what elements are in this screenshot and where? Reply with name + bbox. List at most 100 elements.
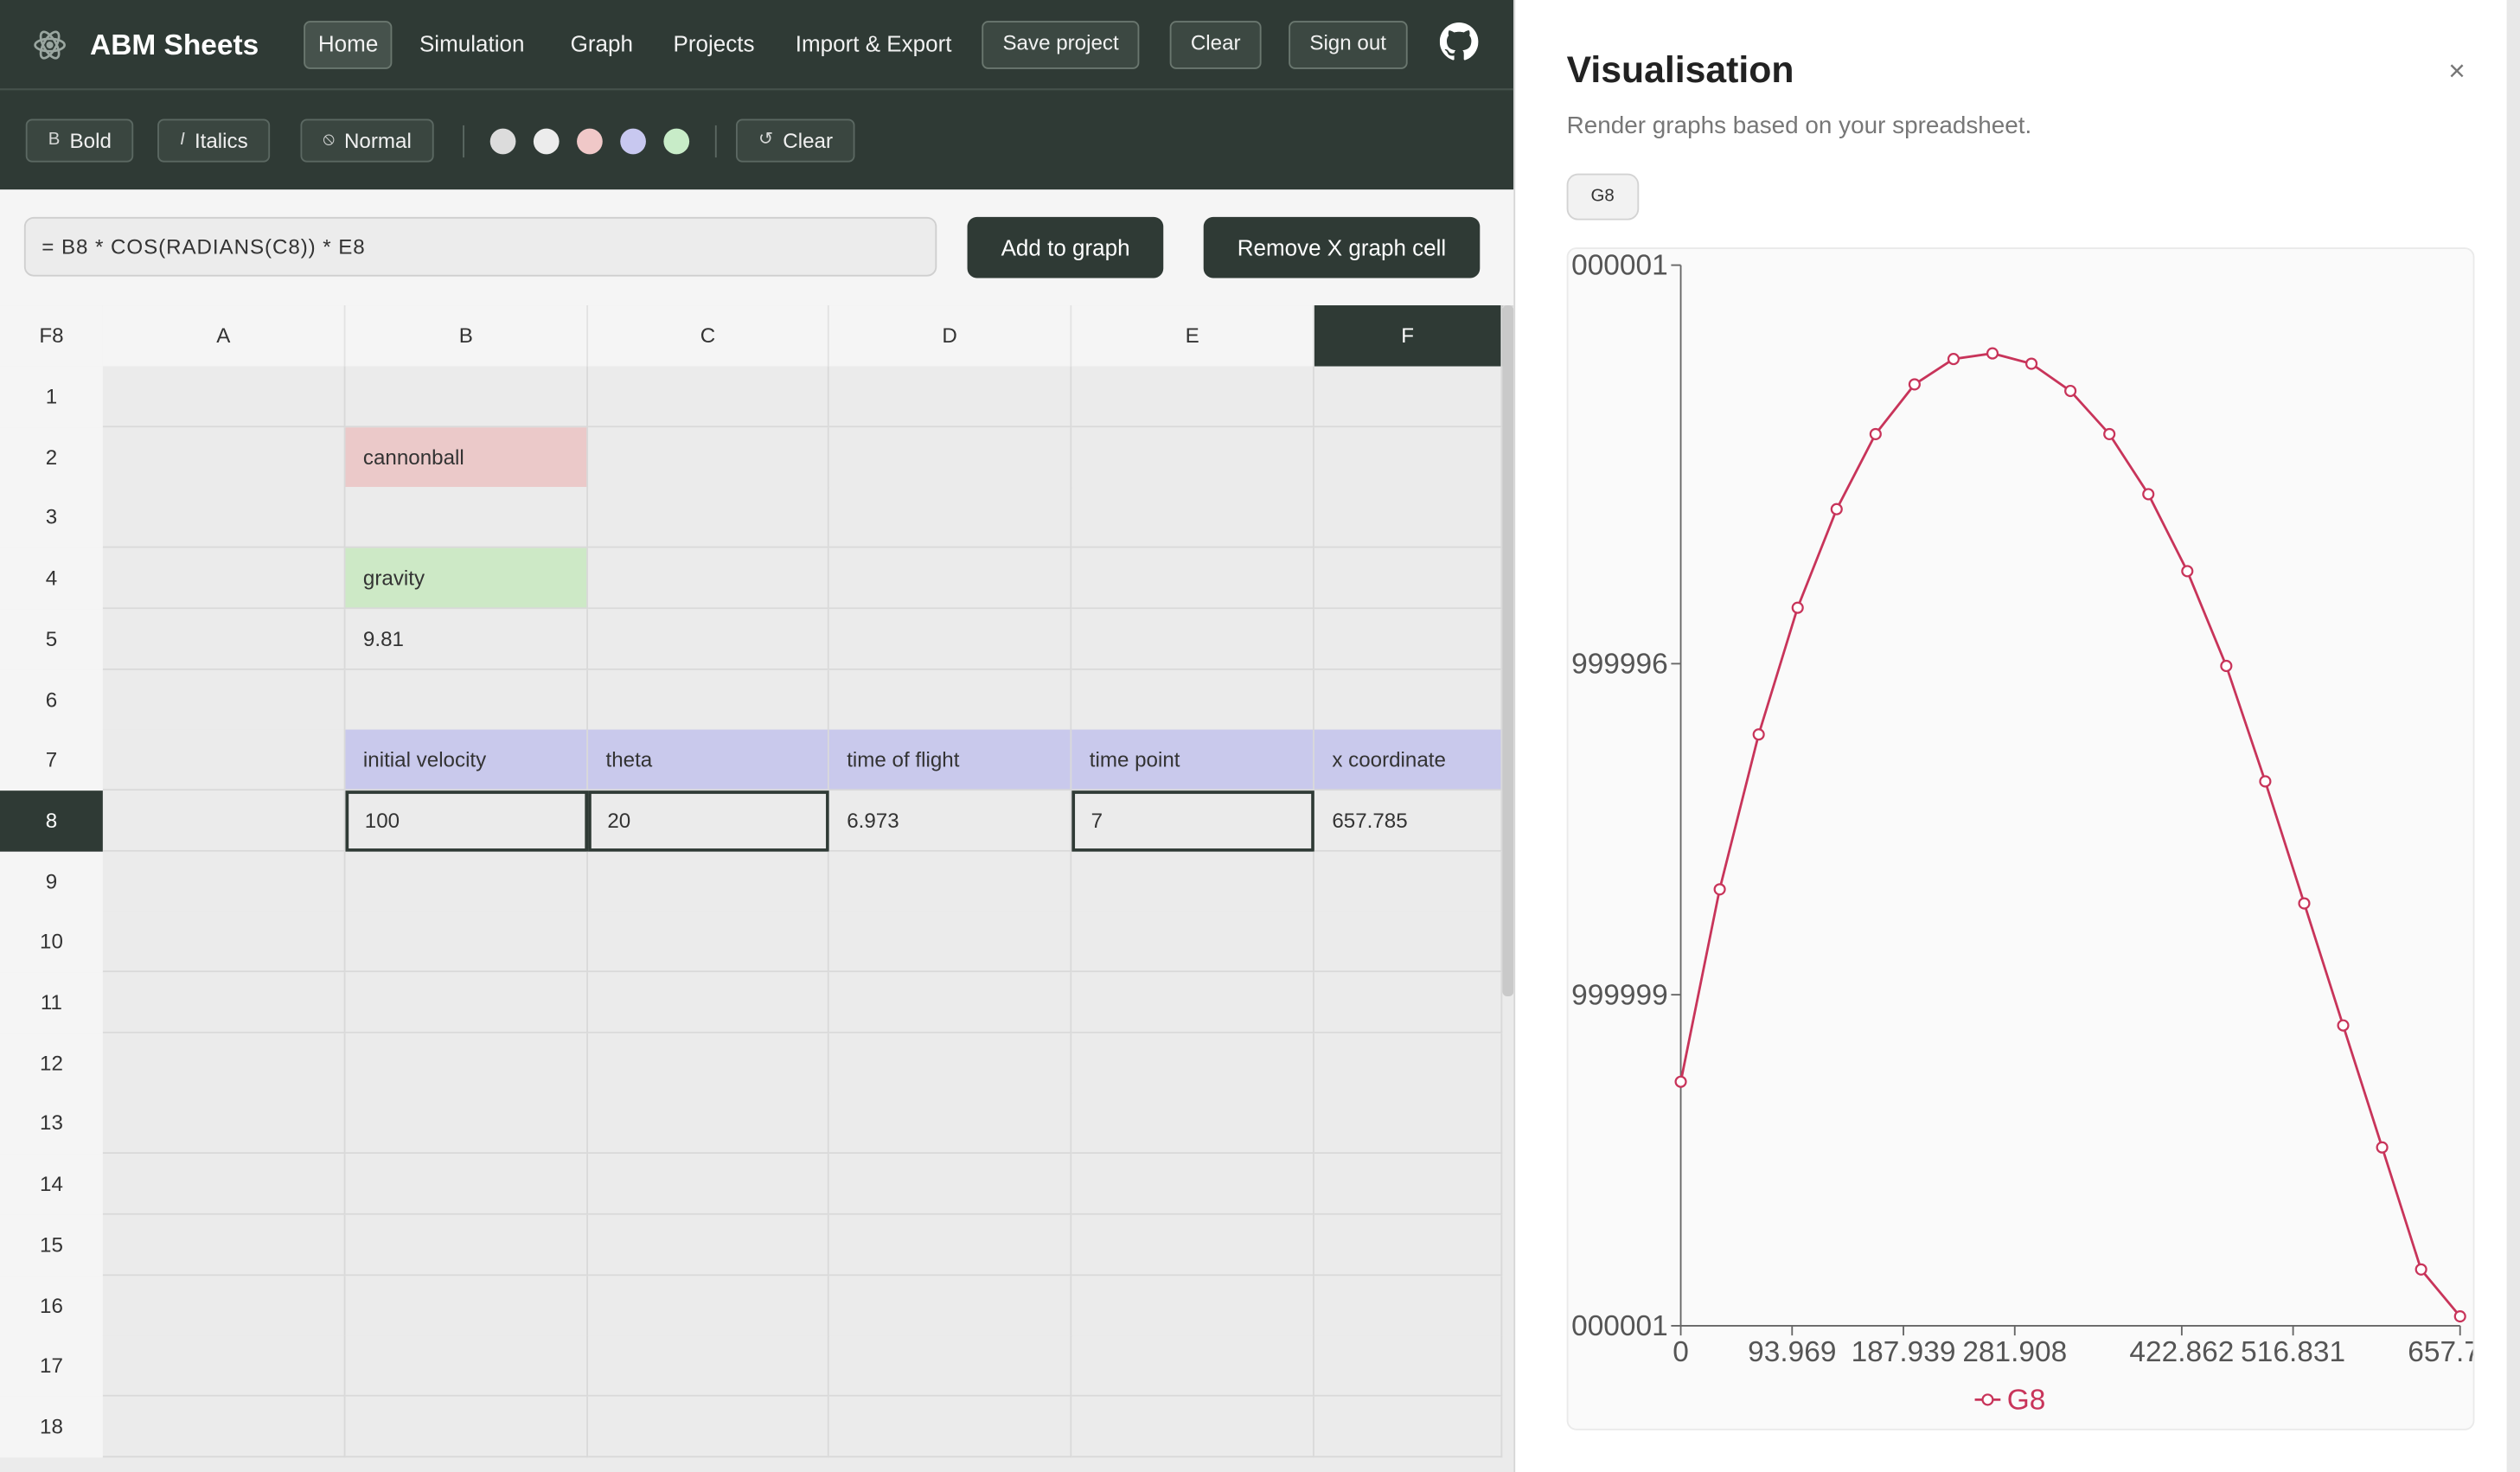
cell-d4[interactable] xyxy=(828,547,1072,610)
cell-f18[interactable] xyxy=(1314,1396,1503,1458)
cell-b14[interactable] xyxy=(345,1154,589,1215)
cell-d5[interactable] xyxy=(828,608,1072,670)
cell-c17[interactable] xyxy=(588,1335,829,1398)
row-header-5[interactable]: 5 xyxy=(0,608,103,670)
cell-d12[interactable] xyxy=(828,1033,1072,1094)
cell-e2[interactable] xyxy=(1071,426,1314,489)
cell-c8[interactable]: 20 xyxy=(588,790,829,852)
cell-b6[interactable] xyxy=(345,669,589,731)
row-header-2[interactable]: 2 xyxy=(0,426,103,489)
column-header-c[interactable]: C xyxy=(588,305,829,367)
row-header-17[interactable]: 17 xyxy=(0,1335,103,1398)
cell-d8[interactable]: 6.973 xyxy=(828,790,1072,852)
cell-b13[interactable] xyxy=(345,1093,589,1155)
cell-b18[interactable] xyxy=(345,1396,589,1458)
cell-c13[interactable] xyxy=(588,1093,829,1155)
cell-e5[interactable] xyxy=(1071,608,1314,670)
column-header-e[interactable]: E xyxy=(1071,305,1314,367)
row-header-13[interactable]: 13 xyxy=(0,1093,103,1155)
cell-b12[interactable] xyxy=(345,1033,589,1094)
cell-c4[interactable] xyxy=(588,547,829,610)
close-icon[interactable]: × xyxy=(2444,56,2470,85)
graph-cell-chip[interactable]: G8 xyxy=(1566,173,1639,221)
row-header-6[interactable]: 6 xyxy=(0,669,103,731)
cell-e18[interactable] xyxy=(1071,1396,1314,1458)
vertical-scrollbar[interactable] xyxy=(1502,305,1514,997)
cell-b17[interactable] xyxy=(345,1335,589,1398)
cell-a12[interactable] xyxy=(102,1033,346,1094)
cell-d1[interactable] xyxy=(828,366,1072,428)
cell-e4[interactable] xyxy=(1071,547,1314,610)
cell-d3[interactable] xyxy=(828,487,1072,549)
row-header-18[interactable]: 18 xyxy=(0,1396,103,1458)
cell-e11[interactable] xyxy=(1071,972,1314,1034)
row-header-8[interactable]: 8 xyxy=(0,790,103,852)
row-header-9[interactable]: 9 xyxy=(0,851,103,912)
cell-a6[interactable] xyxy=(102,669,346,731)
cell-c14[interactable] xyxy=(588,1154,829,1215)
italics-button[interactable]: I Italics xyxy=(157,118,271,163)
cell-a11[interactable] xyxy=(102,972,346,1034)
cell-d14[interactable] xyxy=(828,1154,1072,1215)
cell-a16[interactable] xyxy=(102,1275,346,1336)
cell-e17[interactable] xyxy=(1071,1335,1314,1398)
column-header-f[interactable]: F xyxy=(1314,305,1503,367)
nav-projects[interactable]: Projects xyxy=(661,21,768,66)
cell-f5[interactable] xyxy=(1314,608,1503,670)
cell-c9[interactable] xyxy=(588,851,829,912)
cell-f12[interactable] xyxy=(1314,1033,1503,1094)
cell-f13[interactable] xyxy=(1314,1093,1503,1155)
clear-nav-button[interactable]: Clear xyxy=(1169,21,1262,69)
cell-a17[interactable] xyxy=(102,1335,346,1398)
row-header-12[interactable]: 12 xyxy=(0,1033,103,1094)
row-header-3[interactable]: 3 xyxy=(0,487,103,549)
nav-home[interactable]: Home xyxy=(304,21,393,69)
cell-f10[interactable] xyxy=(1314,912,1503,973)
cell-c3[interactable] xyxy=(588,487,829,549)
cell-f15[interactable] xyxy=(1314,1214,1503,1276)
cell-e15[interactable] xyxy=(1071,1214,1314,1276)
cell-b15[interactable] xyxy=(345,1214,589,1276)
cell-c2[interactable] xyxy=(588,426,829,489)
brand[interactable]: ABM Sheets xyxy=(32,22,259,67)
cell-e14[interactable] xyxy=(1071,1154,1314,1215)
bold-button[interactable]: B Bold xyxy=(25,118,134,163)
cell-c5[interactable] xyxy=(588,608,829,670)
cell-b11[interactable] xyxy=(345,972,589,1034)
row-header-15[interactable]: 15 xyxy=(0,1214,103,1276)
cell-a18[interactable] xyxy=(102,1396,346,1458)
normal-button[interactable]: ⦸ Normal xyxy=(300,118,434,163)
cell-f1[interactable] xyxy=(1314,366,1503,428)
nav-simulation[interactable]: Simulation xyxy=(406,21,537,66)
cell-b9[interactable] xyxy=(345,851,589,912)
cell-d6[interactable] xyxy=(828,669,1072,731)
cell-a8[interactable] xyxy=(102,790,346,852)
cell-b7[interactable]: initial velocity xyxy=(345,729,589,791)
cell-a1[interactable] xyxy=(102,366,346,428)
row-header-1[interactable]: 1 xyxy=(0,366,103,428)
cell-d2[interactable] xyxy=(828,426,1072,489)
cell-f14[interactable] xyxy=(1314,1154,1503,1215)
cell-c10[interactable] xyxy=(588,912,829,973)
cell-e7[interactable]: time point xyxy=(1071,729,1314,791)
cell-e3[interactable] xyxy=(1071,487,1314,549)
remove-x-graph-cell-button[interactable]: Remove X graph cell xyxy=(1203,216,1481,278)
cell-f6[interactable] xyxy=(1314,669,1503,731)
column-header-d[interactable]: D xyxy=(828,305,1072,367)
cell-f16[interactable] xyxy=(1314,1275,1503,1336)
cell-a10[interactable] xyxy=(102,912,346,973)
row-header-11[interactable]: 11 xyxy=(0,972,103,1034)
row-header-10[interactable]: 10 xyxy=(0,912,103,973)
color-swatch-white[interactable] xyxy=(533,128,560,155)
cell-a7[interactable] xyxy=(102,729,346,791)
cell-a4[interactable] xyxy=(102,547,346,610)
row-header-16[interactable]: 16 xyxy=(0,1275,103,1336)
cell-e16[interactable] xyxy=(1071,1275,1314,1336)
cell-d16[interactable] xyxy=(828,1275,1072,1336)
cell-f17[interactable] xyxy=(1314,1335,1503,1398)
row-header-7[interactable]: 7 xyxy=(0,729,103,791)
cell-b10[interactable] xyxy=(345,912,589,973)
cell-d11[interactable] xyxy=(828,972,1072,1034)
cell-c7[interactable]: theta xyxy=(588,729,829,791)
cell-b3[interactable] xyxy=(345,487,589,549)
